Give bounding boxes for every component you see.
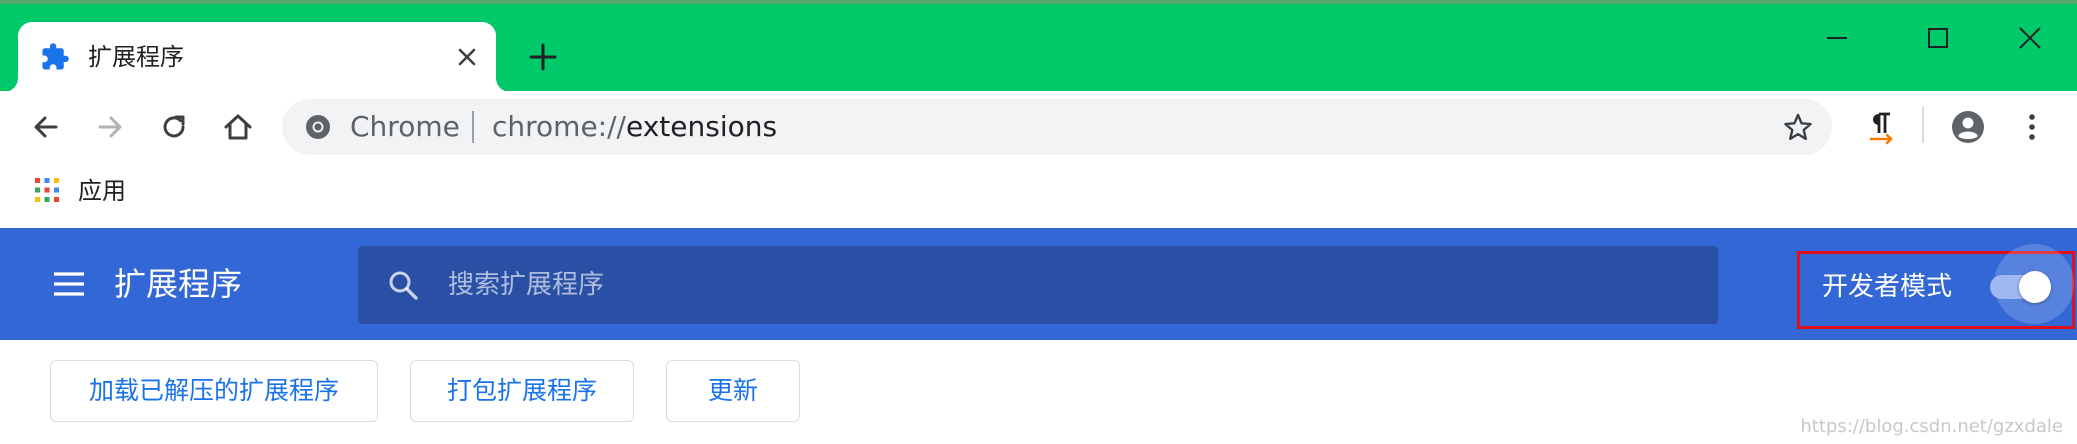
bookmark-star-icon[interactable] xyxy=(1782,111,1814,143)
url-scheme: chrome:// xyxy=(492,110,626,143)
forward-arrow-icon[interactable] xyxy=(92,109,128,145)
pilcrow-extension-icon[interactable] xyxy=(1862,109,1898,145)
pack-extension-button[interactable]: 打包扩展程序 xyxy=(410,360,634,422)
new-tab-plus-icon[interactable] xyxy=(526,40,560,74)
minimize-window-icon[interactable] xyxy=(1817,18,1857,58)
extension-actions-bar: 加载已解压的扩展程序 打包扩展程序 更新 https://blog.csdn.n… xyxy=(0,340,2077,444)
more-menu-icon[interactable] xyxy=(2014,109,2050,145)
url-text: chrome://extensions xyxy=(492,111,777,143)
tab-close-icon[interactable] xyxy=(452,42,482,72)
search-input[interactable] xyxy=(448,264,1688,306)
address-bar[interactable]: Chrome chrome://extensions xyxy=(282,99,1832,155)
apps-grid-icon[interactable] xyxy=(34,177,60,203)
watermark-text: https://blog.csdn.net/gzxdale xyxy=(1800,416,2063,437)
bookmarks-bar: 应用 xyxy=(0,163,2077,227)
background-window-strip xyxy=(0,0,2077,4)
puzzle-icon xyxy=(40,42,70,72)
bookmark-apps-label[interactable]: 应用 xyxy=(78,177,126,205)
load-unpacked-button[interactable]: 加载已解压的扩展程序 xyxy=(50,360,378,422)
page-title: 扩展程序 xyxy=(114,265,243,303)
extensions-header: 扩展程序 开发者模式 xyxy=(0,228,2077,340)
account-avatar-icon[interactable] xyxy=(1950,109,1986,145)
toggle-knob[interactable] xyxy=(2019,271,2051,303)
tab-corner-left xyxy=(4,78,18,92)
url-path: extensions xyxy=(625,110,778,143)
back-arrow-icon[interactable] xyxy=(28,109,64,145)
toolbar-divider xyxy=(1922,107,1924,143)
browser-toolbar: Chrome chrome://extensions xyxy=(0,91,2077,163)
extension-search-box[interactable] xyxy=(358,246,1718,324)
chrome-page-icon[interactable] xyxy=(304,113,332,141)
address-separator xyxy=(472,111,474,143)
hamburger-menu-icon[interactable] xyxy=(52,270,86,298)
tab-corner-right xyxy=(496,78,510,92)
search-icon xyxy=(386,268,420,302)
update-button[interactable]: 更新 xyxy=(666,360,800,422)
site-label: Chrome xyxy=(350,110,460,143)
home-icon[interactable] xyxy=(220,109,256,145)
tab-title: 扩展程序 xyxy=(88,43,184,71)
maximize-window-icon[interactable] xyxy=(1918,18,1958,58)
reload-icon[interactable] xyxy=(156,109,192,145)
developer-mode-label: 开发者模式 xyxy=(1822,272,1953,302)
close-window-icon[interactable] xyxy=(2010,18,2050,58)
